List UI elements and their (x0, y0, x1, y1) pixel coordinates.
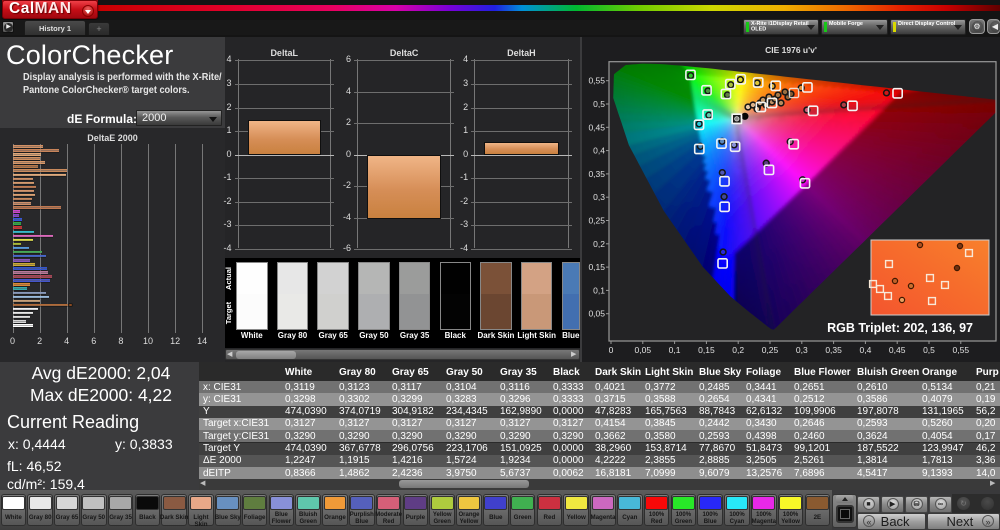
svg-text:0,15: 0,15 (588, 262, 605, 272)
svg-text:0,3: 0,3 (796, 345, 808, 355)
svg-text:0: 0 (609, 345, 614, 355)
svg-text:0,2: 0,2 (593, 239, 605, 249)
svg-text:0,55: 0,55 (588, 76, 605, 86)
svg-text:0,25: 0,25 (588, 216, 605, 226)
svg-text:0,1: 0,1 (669, 345, 681, 355)
svg-text:0,45: 0,45 (889, 345, 906, 355)
svg-text:0,15: 0,15 (698, 345, 715, 355)
svg-text:0,4: 0,4 (859, 345, 871, 355)
svg-text:0,05: 0,05 (635, 345, 652, 355)
svg-text:0,05: 0,05 (588, 309, 605, 319)
svg-text:0,3: 0,3 (593, 192, 605, 202)
svg-text:0,1: 0,1 (593, 285, 605, 295)
svg-text:0,45: 0,45 (588, 122, 605, 132)
svg-text:0,4: 0,4 (593, 146, 605, 156)
svg-text:0,35: 0,35 (588, 169, 605, 179)
svg-text:0,25: 0,25 (762, 345, 779, 355)
svg-text:0,55: 0,55 (953, 345, 970, 355)
svg-text:0,5: 0,5 (923, 345, 935, 355)
svg-text:0,2: 0,2 (732, 345, 744, 355)
svg-text:0,35: 0,35 (825, 345, 842, 355)
svg-text:RGB Triplet: 202, 136, 97: RGB Triplet: 202, 136, 97 (827, 321, 973, 335)
svg-text:0,5: 0,5 (593, 99, 605, 109)
